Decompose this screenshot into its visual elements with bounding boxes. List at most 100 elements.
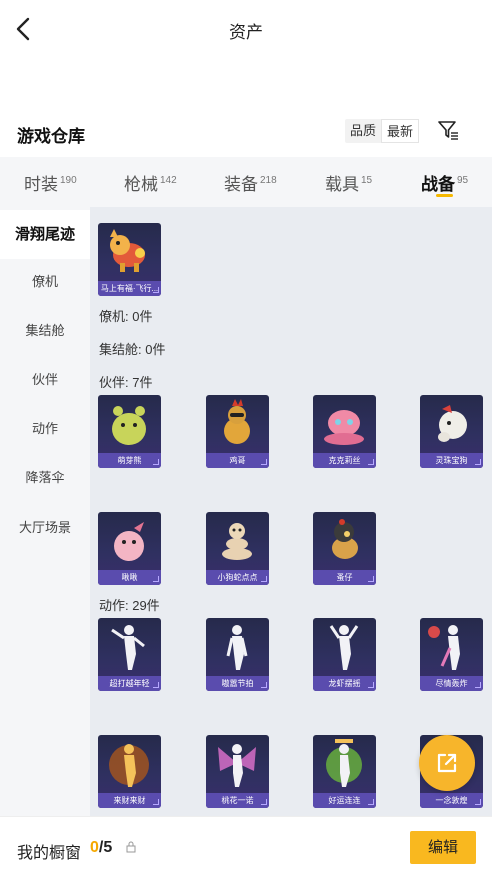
tab-count: 142 <box>160 175 177 186</box>
tab-vehicles[interactable]: 载具 15 <box>325 157 372 207</box>
dog-image <box>438 405 467 442</box>
tab-battle-gear[interactable]: 战备 95 <box>421 157 468 207</box>
item-name: 好运连连 <box>313 793 376 808</box>
card-corner-mark <box>368 799 374 805</box>
item-name: 一念敦煌 <box>420 793 483 808</box>
filter-icon[interactable] <box>437 119 459 141</box>
share-button[interactable] <box>419 735 475 791</box>
sidebar-item-wingman[interactable]: 僚机 <box>0 257 90 306</box>
chicken-image <box>224 399 250 444</box>
item-name: 蚤仔 <box>313 570 376 585</box>
sidebar-item-emote[interactable]: 动作 <box>0 404 90 453</box>
item-grid: 马上有福·飞行... 僚机: 0件 集结舱: 0件 伙伴: 7件 萌芽熊 鸡哥 … <box>90 207 492 816</box>
group-label-emote: 动作: 29件 <box>99 598 160 613</box>
sidebar-item-glide-trail[interactable]: 滑翔尾迹 <box>0 210 90 259</box>
sort-toggle: 品质 最新 <box>345 119 420 143</box>
dancer-silhouette-image <box>111 625 145 670</box>
item-name: 嗷嚣节拍 <box>206 676 269 691</box>
page-title: 资产 <box>229 23 263 42</box>
card-corner-mark <box>368 576 374 582</box>
card-corner-mark <box>475 799 481 805</box>
tab-label: 战备 <box>421 175 455 194</box>
item-name: 尽情轰炸 <box>420 676 483 691</box>
card-corner-mark <box>368 459 374 465</box>
item-card[interactable]: 鸡哥 <box>206 395 269 468</box>
item-card[interactable]: 尽情轰炸 <box>420 618 483 691</box>
showcase-total: /5 <box>98 839 113 856</box>
showcase-bar: 我的橱窗 0/5 编辑 <box>0 816 492 876</box>
lock-icon <box>126 841 136 853</box>
octopus-image <box>324 410 364 445</box>
tab-guns[interactable]: 枪械 142 <box>124 157 177 207</box>
item-card[interactable]: 小狗蛇点点 <box>206 512 269 585</box>
item-card[interactable]: 马上有福·飞行... <box>98 223 161 296</box>
tab-count: 95 <box>457 175 469 186</box>
card-corner-mark <box>261 682 267 688</box>
item-card[interactable]: 桃花一诺 <box>206 735 269 808</box>
card-corner-mark <box>153 799 159 805</box>
tab-equipment[interactable]: 装备 218 <box>224 157 277 207</box>
item-name: 啾啾 <box>98 570 161 585</box>
horse-trail-image <box>110 229 145 272</box>
item-card[interactable]: 超打越年轻 <box>98 618 161 691</box>
item-name: 龙虾摆摇 <box>313 676 376 691</box>
item-card[interactable]: 啾啾 <box>98 512 161 585</box>
top-bar: 资产 <box>0 0 492 58</box>
category-tabs: 时装 190 枪械 142 装备 218 载具 15 战备 95 <box>0 157 492 207</box>
tab-label: 枪械 <box>124 175 158 194</box>
bear-image <box>112 406 146 445</box>
showcase-label: 我的橱窗 <box>17 845 82 862</box>
item-card[interactable]: 萌芽熊 <box>98 395 161 468</box>
group-label-partner: 伙伴: 7件 <box>99 375 153 390</box>
item-name: 克克莉丝 <box>313 453 376 468</box>
item-card[interactable]: 好运连连 <box>313 735 376 808</box>
sort-newest-option[interactable]: 最新 <box>381 119 420 143</box>
tab-count: 15 <box>361 175 373 186</box>
dancer-gold-image <box>109 744 149 787</box>
item-name: 来财来财 <box>98 793 161 808</box>
tab-label: 时装 <box>24 175 58 194</box>
sidebar-item-partner[interactable]: 伙伴 <box>0 355 90 404</box>
edit-button[interactable]: 编辑 <box>410 831 476 864</box>
dancer-silhouette-image <box>428 625 460 670</box>
section-title: 游戏仓库 <box>17 127 85 146</box>
item-card[interactable]: 灵珠宝狗 <box>420 395 483 468</box>
item-card[interactable]: 克克莉丝 <box>313 395 376 468</box>
external-link-icon <box>437 753 457 773</box>
item-card[interactable]: 蚤仔 <box>313 512 376 585</box>
tab-fashion[interactable]: 时装 190 <box>24 157 77 207</box>
card-corner-mark <box>261 576 267 582</box>
sidebar: 滑翔尾迹 僚机 集结舱 伙伴 动作 降落伞 大厅场景 <box>0 207 90 816</box>
sidebar-item-lobby-scene[interactable]: 大厅场景 <box>0 503 90 552</box>
card-corner-mark <box>261 799 267 805</box>
group-label-pod: 集结舱: 0件 <box>99 342 166 357</box>
item-card[interactable]: 嗷嚣节拍 <box>206 618 269 691</box>
card-corner-mark <box>153 287 159 293</box>
sort-quality-option[interactable]: 品质 <box>345 119 381 143</box>
sidebar-item-assembly-pod[interactable]: 集结舱 <box>0 306 90 355</box>
card-corner-mark <box>153 682 159 688</box>
tab-count: 218 <box>260 175 277 186</box>
dancer-silhouette-image <box>329 625 359 670</box>
showcase-count: 0/5 <box>90 839 112 857</box>
item-card[interactable]: 龙虾摆摇 <box>313 618 376 691</box>
card-corner-mark <box>475 682 481 688</box>
item-name: 超打越年轻 <box>98 676 161 691</box>
item-name: 灵珠宝狗 <box>420 453 483 468</box>
sidebar-item-parachute[interactable]: 降落伞 <box>0 453 90 502</box>
item-name: 萌芽熊 <box>98 453 161 468</box>
item-name: 马上有福·飞行... <box>98 281 161 296</box>
item-card[interactable]: 来财来财 <box>98 735 161 808</box>
dancer-lucky-image <box>326 739 362 787</box>
card-corner-mark <box>153 576 159 582</box>
dancer-butterfly-image <box>218 744 256 787</box>
active-tab-indicator <box>436 194 453 197</box>
tab-label: 载具 <box>325 175 359 194</box>
snake-image <box>222 523 252 560</box>
card-corner-mark <box>261 459 267 465</box>
showcase-used: 0 <box>90 839 99 856</box>
card-corner-mark <box>368 682 374 688</box>
bird-image <box>114 522 144 561</box>
tab-label: 装备 <box>224 175 258 194</box>
item-name: 小狗蛇点点 <box>206 570 269 585</box>
